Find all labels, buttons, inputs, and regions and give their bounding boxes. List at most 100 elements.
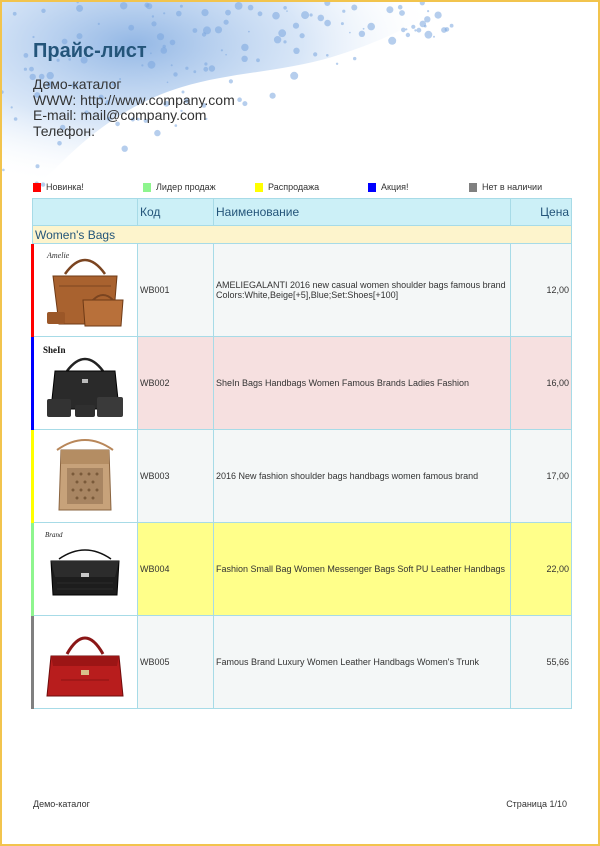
company-phone: Телефон: [33,122,95,139]
legend-label: Акция! [381,182,409,192]
splash-dot [247,4,254,11]
footer-company: Демо-каталог [33,799,90,809]
status-marker [31,522,34,616]
splash-dot [225,53,227,56]
splash-dot [163,12,166,15]
splash-dot [141,64,144,67]
splash-dot [214,26,223,34]
product-price: 17,00 [510,429,572,523]
splash-dot [309,13,313,17]
company-www[interactable]: WWW: http://www.company.com [33,92,235,109]
product-code: WB001 [137,243,214,337]
product-name: AMELIEGALANTI 2016 new casual women shou… [216,279,506,290]
splash-dot [433,35,435,38]
splash-dot [176,10,182,17]
splash-dot [283,6,287,10]
legend-item-out-of-stock: Нет в наличии [469,182,542,192]
status-marker [31,615,34,709]
splash-dot [201,32,207,37]
splash-dot [362,27,365,30]
splash-dot [120,2,128,10]
header-code: Код [137,198,214,226]
table-row: Amelie WB001 AMELIEGALANTI 2016 new casua… [32,243,572,337]
splash-dot [358,30,366,37]
legend-item-sale: Распродажа [255,182,319,192]
splash-dot [234,2,243,10]
splash-dot [397,4,403,10]
brown-bag-set-image: Amelie [35,246,135,334]
splash-dot [290,71,299,80]
splash-dot [201,9,209,17]
splash-dot [434,11,442,19]
product-name: Famous Brand Luxury Women Leather Handba… [216,656,480,667]
product-options: Colors:White,Beige[+5],Blue;Set:Shoes[+1… [216,290,399,300]
group-row: Women's Bags [32,225,572,244]
splash-dot [121,145,128,152]
legend-item-new: Новинка! [33,182,84,192]
product-code: WB005 [137,615,214,709]
table-row: SheIn WB002 SheIn Bags Handbags Women Fam… [32,336,572,430]
splash-dot [293,47,300,54]
status-marker [31,336,34,430]
product-price: 55,66 [510,615,572,709]
product-name: Fashion Small Bag Women Messenger Bags S… [216,563,505,574]
legend-label: Лидер продаж [156,182,216,192]
splash-dot [146,3,153,10]
svg-text:SheIn: SheIn [43,345,66,355]
price-table: Код Наименование Цена Women's Bags Ameli… [32,198,572,709]
splash-dot [349,31,351,34]
splash-dot [220,49,223,52]
splash-dot [326,54,329,57]
splash-dot [41,8,46,13]
splash-dot [203,66,209,72]
product-name-cell: Famous Brand Luxury Women Leather Handba… [213,615,511,709]
product-image-cell [32,615,138,709]
splash-dot [414,29,417,32]
legend-swatch [368,182,376,192]
legend-swatch [469,182,477,192]
product-image-cell [32,429,138,523]
splash-dot [35,164,40,169]
splash-dot [441,27,447,33]
splash-dot [241,43,249,52]
product-price: 22,00 [510,522,572,616]
company-email[interactable]: E-mail: mail@company.com [33,107,235,124]
splash-dot [242,101,248,107]
splash-dot [57,141,62,146]
splash-dot [299,33,305,39]
status-marker [31,243,34,337]
splash-dot [241,55,248,62]
splash-dot [10,106,13,109]
splash-dot [424,24,427,28]
legend-item-bestseller: Лидер продаж [143,182,216,192]
splash-dot [272,11,280,20]
splash-dot [273,36,282,44]
legend-item-promo: Акция! [368,182,409,192]
product-name-cell: SheIn Bags Handbags Women Famous Brands … [213,336,511,430]
legend-swatch [255,182,263,192]
company-name: Демо-каталог [33,76,122,92]
product-name-cell: Fashion Small Bag Women Messenger Bags S… [213,522,511,616]
splash-dot [342,9,346,13]
splash-dot [225,9,231,16]
product-price: 12,00 [510,243,572,337]
splash-dot [223,19,229,25]
splash-dot [179,4,183,8]
legend: Новинка! Лидер продаж Распродажа Акция! … [33,182,573,194]
product-image-cell: Amelie [32,243,138,337]
splash-dot [353,56,357,61]
table-row: WB005 Famous Brand Luxury Women Leather H… [32,615,572,709]
splash-dot [317,14,325,22]
splash-dot [424,30,433,39]
splash-dot [193,70,197,74]
splash-dot [351,4,358,11]
splash-dot [324,19,331,27]
splash-dot [292,22,300,29]
tan-shoulder-bag-image [35,432,135,520]
legend-swatch [33,182,41,192]
legend-swatch [143,182,151,192]
splash-dot [147,60,156,69]
status-marker [31,429,34,523]
splash-dot [416,27,422,33]
product-name-cell: 2016 New fashion shoulder bags handbags … [213,429,511,523]
